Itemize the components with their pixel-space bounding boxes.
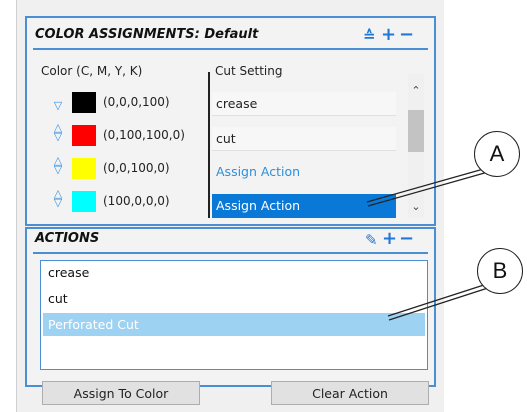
leader-line-a bbox=[366, 167, 488, 203]
leader-line-b bbox=[387, 282, 491, 317]
callout-b: B bbox=[477, 248, 523, 294]
callout-a: A bbox=[474, 131, 520, 177]
callout-leader-lines bbox=[366, 167, 492, 321]
leader-line-a bbox=[367, 171, 489, 207]
leader-line-b bbox=[388, 286, 492, 321]
